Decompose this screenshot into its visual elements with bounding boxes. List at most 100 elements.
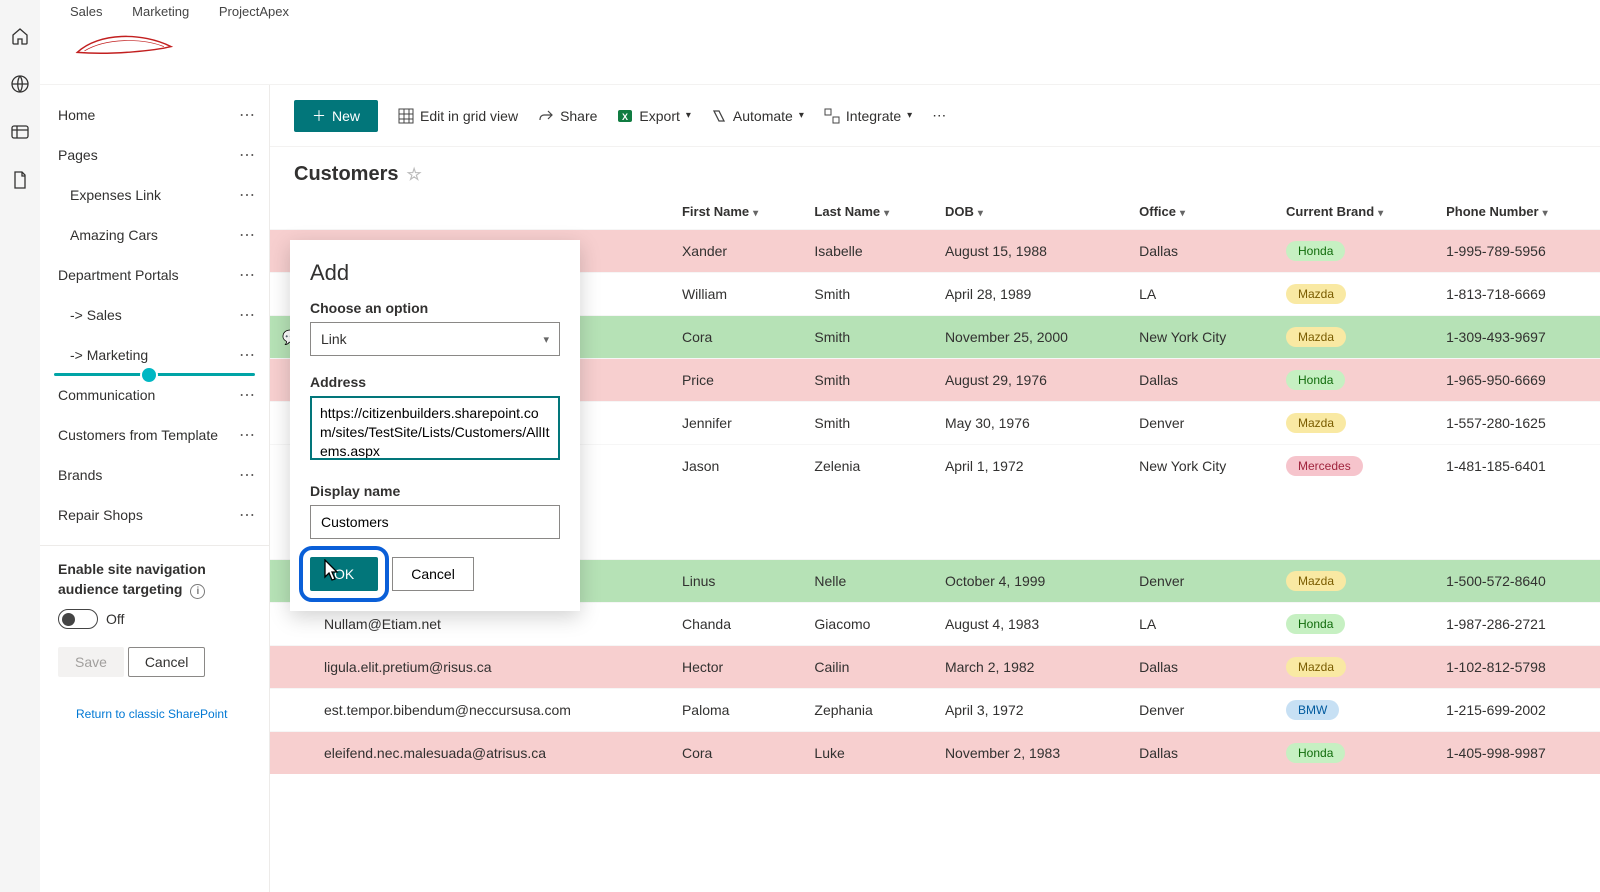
dialog-cancel-button[interactable]: Cancel <box>392 557 474 591</box>
info-icon[interactable]: i <box>190 584 205 599</box>
cell-dob: August 4, 1983 <box>933 602 1127 645</box>
chevron-down-icon: ▾ <box>978 208 983 219</box>
site-top-tabs: Sales Marketing ProjectApex <box>70 4 1570 19</box>
chevron-down-icon: ▾ <box>753 208 758 219</box>
cell-office: Denver <box>1127 688 1274 731</box>
globe-icon[interactable] <box>10 74 30 94</box>
cell-brand: Honda <box>1274 230 1434 273</box>
plus-icon: ＋ <box>312 106 326 126</box>
more-icon[interactable]: ⋯ <box>239 345 255 365</box>
cell-last: Nelle <box>802 559 933 602</box>
audience-toggle[interactable] <box>58 609 98 629</box>
cell-last: Smith <box>802 359 933 402</box>
cell-brand: BMW <box>1274 688 1434 731</box>
cell-office: LA <box>1127 602 1274 645</box>
return-classic-link[interactable]: Return to classic SharePoint <box>58 707 251 721</box>
share-button[interactable]: Share <box>538 108 597 124</box>
address-input[interactable] <box>310 396 560 460</box>
site-logo[interactable] <box>70 23 1570 68</box>
displayname-input[interactable] <box>310 505 560 539</box>
more-icon[interactable]: ⋯ <box>239 505 255 525</box>
chevron-down-icon: ▾ <box>799 110 804 121</box>
app-suite-bar <box>0 0 40 892</box>
nav-brands[interactable]: Brands⋯ <box>40 455 269 495</box>
cell-dob: November 2, 1983 <box>933 731 1127 774</box>
cell-dob: April 3, 1972 <box>933 688 1127 731</box>
cell-dob: April 28, 1989 <box>933 273 1127 316</box>
cell-dob: August 29, 1976 <box>933 359 1127 402</box>
col-phone[interactable]: Phone Number▾ <box>1434 194 1600 230</box>
nav-communication[interactable]: Communication⋯ <box>40 375 269 415</box>
chevron-down-icon: ▾ <box>1180 208 1185 219</box>
favorite-star-icon[interactable]: ☆ <box>406 165 421 184</box>
displayname-label: Display name <box>310 483 560 499</box>
table-row[interactable]: est.tempor.bibendum@neccursusa.comPaloma… <box>270 688 1600 731</box>
more-icon[interactable]: ⋯ <box>239 185 255 205</box>
col-lastname[interactable]: Last Name▾ <box>802 194 933 230</box>
nav-home[interactable]: Home⋯ <box>40 95 269 135</box>
cell-last: Zephania <box>802 688 933 731</box>
col-brand[interactable]: Current Brand▾ <box>1274 194 1434 230</box>
cell-last: Luke <box>802 731 933 774</box>
cell-last: Cailin <box>802 645 933 688</box>
top-tab[interactable]: Marketing <box>132 4 189 19</box>
more-icon[interactable]: ⋯ <box>239 265 255 285</box>
cell-first: Jason <box>670 445 802 488</box>
chevron-down-icon: ▾ <box>686 110 691 121</box>
more-icon[interactable]: ⋯ <box>239 225 255 245</box>
nav-page-child[interactable]: Expenses Link⋯ <box>40 175 269 215</box>
top-tab[interactable]: ProjectApex <box>219 4 289 19</box>
cell-brand: Mercedes <box>1274 445 1434 488</box>
audience-state: Off <box>106 611 124 627</box>
nav-dept[interactable]: Department Portals⋯ <box>40 255 269 295</box>
cell-first: Hector <box>670 645 802 688</box>
home-icon[interactable] <box>10 26 30 46</box>
more-icon[interactable]: ⋯ <box>239 385 255 405</box>
more-icon[interactable]: ⋯ <box>239 465 255 485</box>
cell-office: Denver <box>1127 559 1274 602</box>
data-icon[interactable] <box>10 122 30 142</box>
cell-last: Smith <box>802 402 933 445</box>
nav-page-child[interactable]: Amazing Cars⋯ <box>40 215 269 255</box>
nav-customers-tpl[interactable]: Customers from Template⋯ <box>40 415 269 455</box>
cell-first: Cora <box>670 316 802 359</box>
more-icon[interactable]: ⋯ <box>239 145 255 165</box>
page-icon[interactable] <box>10 170 30 190</box>
cell-phone: 1-557-280-1625 <box>1434 402 1600 445</box>
cell-brand: Mazda <box>1274 316 1434 359</box>
option-label: Choose an option <box>310 300 560 316</box>
col-firstname[interactable]: First Name▾ <box>670 194 802 230</box>
cell-phone: 1-215-699-2002 <box>1434 688 1600 731</box>
more-icon[interactable]: ⋯ <box>239 425 255 445</box>
col-dob[interactable]: DOB▾ <box>933 194 1127 230</box>
cell-brand: Honda <box>1274 602 1434 645</box>
command-bar: ＋New Edit in grid view Share XExport▾ Au… <box>270 85 1600 147</box>
chevron-down-icon: ▾ <box>907 110 912 121</box>
table-row[interactable]: eleifend.nec.malesuada@atrisus.caCoraLuk… <box>270 731 1600 774</box>
nav-cancel-button[interactable]: Cancel <box>128 647 206 677</box>
new-button[interactable]: ＋New <box>294 100 378 132</box>
more-icon[interactable]: ⋯ <box>239 105 255 125</box>
excel-icon: X <box>617 108 633 124</box>
more-icon[interactable]: ⋯ <box>239 305 255 325</box>
cell-dob: October 4, 1999 <box>933 559 1127 602</box>
mouse-cursor <box>320 559 340 585</box>
cell-dob: August 15, 1988 <box>933 230 1127 273</box>
cell-first: William <box>670 273 802 316</box>
option-select[interactable]: Link▾ <box>310 322 560 356</box>
export-button[interactable]: XExport▾ <box>617 108 691 124</box>
cell-office: Dallas <box>1127 359 1274 402</box>
cell-brand: Mazda <box>1274 645 1434 688</box>
overflow-button[interactable]: ⋯ <box>932 107 946 124</box>
cell-phone: 1-309-493-9697 <box>1434 316 1600 359</box>
table-row[interactable]: ligula.elit.pretium@risus.caHectorCailin… <box>270 645 1600 688</box>
automate-button[interactable]: Automate▾ <box>711 108 804 124</box>
nav-repair[interactable]: Repair Shops⋯ <box>40 495 269 535</box>
edit-grid-button[interactable]: Edit in grid view <box>398 108 518 124</box>
col-office[interactable]: Office▾ <box>1127 194 1274 230</box>
integrate-button[interactable]: Integrate▾ <box>824 108 912 124</box>
nav-dept-sales[interactable]: -> Sales⋯ <box>40 295 269 335</box>
nav-pages[interactable]: Pages⋯ <box>40 135 269 175</box>
cell-office: LA <box>1127 273 1274 316</box>
top-tab[interactable]: Sales <box>70 4 103 19</box>
